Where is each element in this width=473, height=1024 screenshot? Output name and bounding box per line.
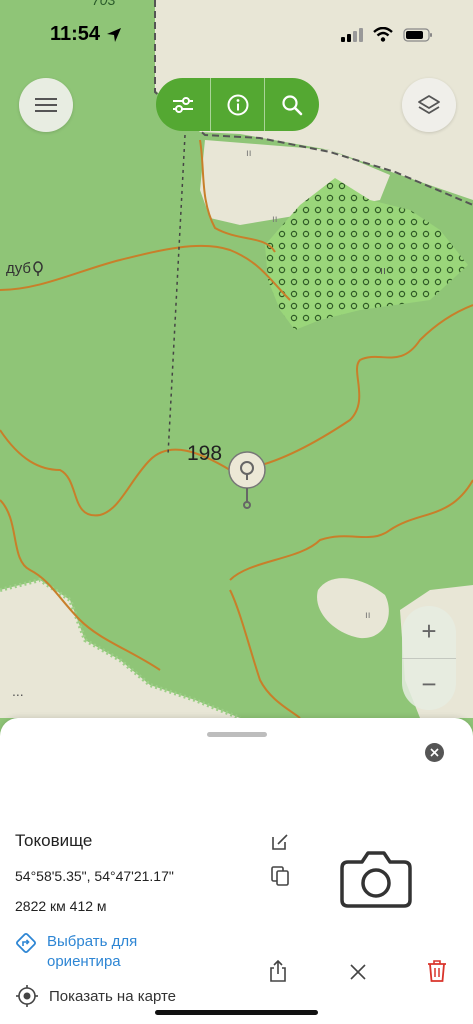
clock-time: 11:54 (50, 23, 101, 45)
copy-button[interactable] (268, 863, 292, 889)
camera-icon (340, 851, 412, 908)
place-name: дуб (6, 260, 32, 277)
layers-icon (418, 95, 440, 114)
elevation-label: 198 (187, 442, 223, 465)
crosshair-icon (16, 985, 38, 1007)
clock: 11:54 (50, 23, 122, 46)
svg-text:...: ... (12, 683, 24, 699)
home-indicator (155, 1010, 318, 1015)
svg-text:ıı: ıı (365, 610, 371, 621)
cellular-signal-icon (341, 27, 363, 42)
map-toolbar (156, 78, 319, 131)
add-photo-button[interactable] (338, 848, 414, 910)
route-arrow-icon (16, 933, 36, 953)
point-coordinates: 54°58'5.35", 54°47'21.17" (15, 868, 174, 884)
svg-text:ıı: ıı (272, 214, 278, 225)
battery-icon (403, 27, 432, 42)
menu-button[interactable] (19, 78, 73, 132)
point-distance: 2822 км 412 м (15, 898, 107, 914)
info-button[interactable] (211, 78, 266, 131)
trash-icon (428, 960, 446, 982)
delete-button[interactable] (425, 958, 449, 984)
copy-icon (271, 866, 289, 886)
zoom-in-button[interactable]: + (402, 606, 456, 659)
layers-button[interactable] (402, 78, 456, 132)
tree-icon (33, 260, 43, 276)
close-icon (430, 748, 439, 757)
map-place-label: дуб (6, 260, 43, 277)
location-arrow-icon (107, 27, 122, 42)
edit-icon (272, 834, 288, 850)
hamburger-icon (35, 98, 57, 112)
filter-button[interactable] (156, 78, 211, 131)
search-icon (282, 94, 303, 115)
point-details-sheet: Токовище 54°58'5.35", 54°47'21.17" 2822 … (0, 718, 473, 1024)
wifi-icon (373, 27, 393, 42)
search-button[interactable] (265, 78, 319, 131)
status-bar: 11:54 (0, 0, 473, 70)
info-icon (227, 94, 248, 115)
point-title: Токовище (15, 831, 93, 850)
zoom-control: + − (402, 606, 456, 710)
zoom-out-button[interactable]: − (402, 659, 456, 711)
show-on-map-link[interactable]: Показать на карте (15, 984, 176, 1008)
share-icon (270, 959, 286, 982)
show-on-map-label: Показать на карте (49, 987, 177, 1005)
map-pin-icon[interactable] (227, 450, 267, 510)
hide-button[interactable] (346, 960, 370, 984)
share-button[interactable] (266, 958, 290, 984)
select-landmark-label: Выбрать для ориентира (47, 933, 138, 970)
close-button[interactable] (425, 743, 444, 762)
drag-handle[interactable] (207, 732, 267, 737)
sliders-icon (172, 96, 193, 113)
edit-button[interactable] (268, 830, 292, 854)
svg-text:ıı: ıı (246, 148, 252, 159)
svg-text:ıı: ıı (380, 265, 386, 277)
select-landmark-link[interactable]: Выбрать для ориентира (15, 932, 167, 972)
x-icon (350, 964, 366, 980)
